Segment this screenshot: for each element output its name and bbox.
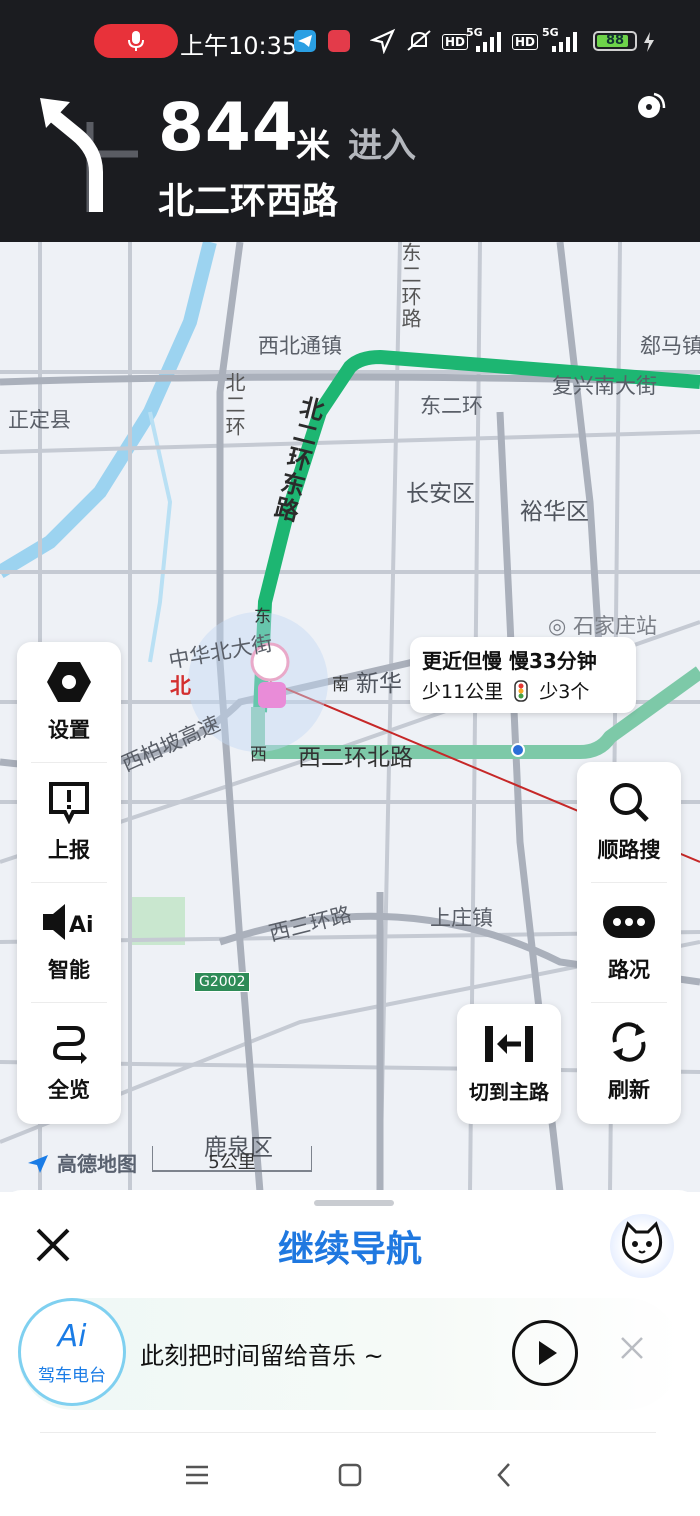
svg-text:Ai: Ai [69,913,94,938]
switch-main-road-label: 切到主路 [469,1080,549,1104]
search-icon [610,783,649,822]
map-label: 西二环北路 [298,745,413,771]
distance-unit: 米 [296,126,330,166]
hd-badge-1: HD [442,34,469,50]
map-label: 东二环 [420,394,483,418]
compass-west: 西 [250,745,267,765]
route-time-diff: 更近但慢 慢33分钟 [422,649,597,673]
traffic-label: 路况 [608,958,650,982]
compass-south: 南 [332,675,349,695]
map-label: 东二环路 [398,242,422,330]
continue-navigation-button[interactable]: 继续导航 [0,1220,700,1272]
maneuver-action: 进入 [348,126,416,166]
sheet-handle[interactable] [314,1200,394,1206]
route-km-diff: 少11公里 [422,681,504,703]
radio-message: 此刻把时间留给音乐 ~ [140,1342,384,1370]
search-label: 顺路搜 [597,838,661,862]
route-distance-diff: 少11公里 少3个 [422,677,589,704]
voice-broadcast-icon[interactable] [632,86,670,124]
charging-icon [644,32,654,52]
scale-label: 5公里 [208,1152,256,1173]
dismiss-radio-icon[interactable] [618,1334,646,1362]
amap-logo: 高德地图 [26,1148,137,1177]
traffic-light-icon [514,680,528,702]
search-along-route-button[interactable]: 顺路搜 [577,762,681,882]
map-label: 郄马镇 [640,334,700,358]
telegram-icon [294,30,316,52]
switch-main-road-button[interactable]: 切到主路 [457,1004,561,1124]
divider [40,1432,656,1433]
overview-button[interactable]: 全览 [17,1002,121,1122]
right-control-panel: 顺路搜 路况 刷新 [577,762,681,1124]
report-button[interactable]: 上报 [17,762,121,882]
refresh-label: 刷新 [608,1078,650,1102]
poi-label: ◎ 石家庄站 [548,614,657,638]
alternative-route-bubble[interactable]: 更近但慢 慢33分钟 少11公里 少3个 [410,637,636,713]
traffic-button[interactable]: 路况 [577,882,681,1002]
ai-badge-title: Ai [57,1319,87,1354]
turn-left-arrow-icon [40,98,138,212]
map-view[interactable]: 西北通镇 东二环 复兴南大街 郄马镇 正定县 长安区 裕华区 ◎ 石家庄站 新华… [0,242,700,1192]
mute-bell-icon [407,30,431,51]
play-button[interactable] [512,1320,578,1386]
settings-button[interactable]: 设置 [17,642,121,762]
map-label: 西北通镇 [258,334,342,358]
map-label: 长安区 [406,481,475,507]
report-label: 上报 [48,838,90,862]
map-label: 正定县 [8,408,71,432]
app-notification-icon [328,30,350,52]
signal-bars-icon [476,32,501,52]
next-road-name: 北二环西路 [158,181,339,222]
report-icon [49,782,89,824]
recording-indicator[interactable] [94,24,178,58]
map-label: 复兴南大街 [552,374,657,398]
battery-level: 88 [605,33,625,48]
refresh-button[interactable]: 刷新 [577,1002,681,1122]
refresh-icon [612,1022,646,1062]
battery-indicator: 88 [593,31,637,51]
assistant-avatar[interactable] [610,1214,674,1278]
ai-voice-icon: Ai [43,904,94,940]
play-icon [539,1341,557,1365]
menu-icon[interactable] [182,1460,212,1490]
back-icon[interactable] [490,1460,520,1490]
station-label: 石家庄站 [573,614,657,638]
map-label: 新华 [356,671,402,697]
smart-label: 智能 [48,958,90,982]
compass-east: 东 [254,607,271,627]
map-scale: 5公里 [152,1146,312,1173]
home-icon[interactable] [335,1460,365,1490]
compass-north: 北 [170,674,191,698]
hd-badge-2: HD [512,34,539,50]
switch-main-road-icon [485,1026,533,1062]
left-control-panel: 设置 上报 Ai 智能 全览 [17,642,121,1124]
microphone-icon [128,31,144,51]
smart-voice-button[interactable]: Ai 智能 [17,882,121,1002]
route-lights-diff: 少3个 [539,681,590,703]
status-bar: 上午10:35 HD 5G HD 5G 88 [0,0,700,84]
hexagon-settings-icon [47,662,91,702]
map-label: 裕华区 [520,499,589,525]
signal-bars-icon-2 [552,32,577,52]
highway-shield: G2002 [194,972,251,992]
ai-badge-subtitle: 驾车电台 [38,1366,106,1386]
map-label: 上庄镇 [430,906,493,930]
bottom-sheet: 继续导航 Ai 驾车电台 此刻把时间留给音乐 ~ [0,1190,700,1516]
settings-label: 设置 [48,718,90,742]
distance-value: 844 [158,89,299,166]
overview-label: 全览 [48,1078,90,1102]
ai-radio-badge: Ai 驾车电台 [18,1298,126,1406]
traffic-icon [603,906,655,938]
map-label: 北二环 [222,372,246,438]
status-time: 上午10:35 [180,32,298,60]
cat-mascot-icon [621,1221,663,1264]
navigation-header: 上午10:35 HD 5G HD 5G 88 844 米 进入 北二环西路 [0,0,700,242]
overview-route-icon [52,1026,87,1064]
driving-radio-card[interactable]: Ai 驾车电台 此刻把时间留给音乐 ~ [18,1298,682,1410]
amap-logo-icon [28,1155,48,1173]
amap-logo-text: 高德地图 [56,1152,137,1176]
location-arrow-icon [370,28,396,54]
